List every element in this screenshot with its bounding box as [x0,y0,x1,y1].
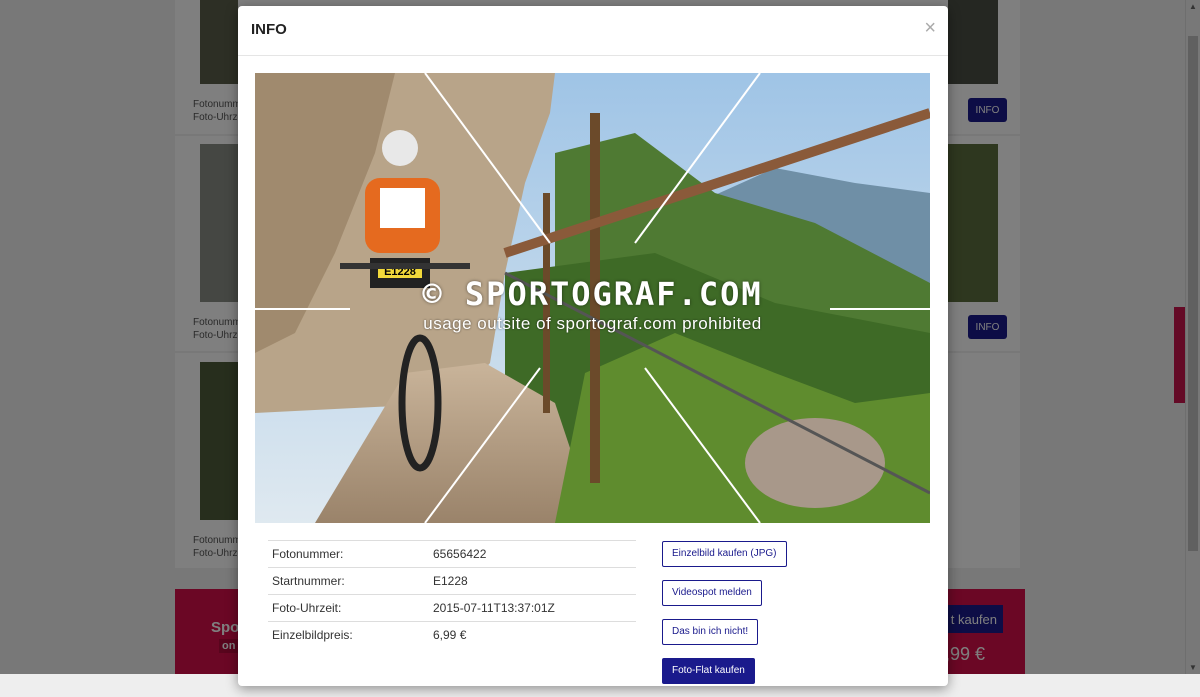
photo-details-table: Fotonummer: 65656422 Startnummer: E1228 … [268,540,636,648]
close-icon[interactable]: × [924,18,936,38]
not-me-button[interactable]: Das bin ich nicht! [662,619,759,645]
watermark-subtitle: usage outsite of sportograf.com prohibit… [423,314,762,333]
detail-value: E1228 [429,567,636,595]
detail-label: Startnummer: [268,567,429,595]
buy-photo-flat-button[interactable]: Foto-Flat kaufen [662,658,755,684]
detail-label: Fotonummer: [268,540,429,568]
detail-label: Foto-Uhrzeit: [268,594,429,622]
detail-label: Einzelbildpreis: [268,621,429,648]
table-row: Startnummer: E1228 [268,567,636,595]
detail-value: 2015-07-11T13:37:01Z [429,594,636,622]
table-row: Foto-Uhrzeit: 2015-07-11T13:37:01Z [268,594,636,622]
modal-header: INFO × [238,6,948,56]
detail-value: 6,99 € [429,621,636,648]
table-row: Einzelbildpreis: 6,99 € [268,621,636,648]
race-photo: E1228 © SPORTOGRAF.COM usage outsite of … [255,73,930,523]
modal-title: INFO [251,21,287,38]
info-modal: INFO × E1228 © SPORTOGRAF.COM usage outs… [238,6,948,686]
table-row: Fotonummer: 65656422 [268,540,636,568]
report-video-button[interactable]: Videospot melden [662,580,762,606]
buy-single-photo-button[interactable]: Einzelbild kaufen (JPG) [662,541,787,567]
detail-value: 65656422 [429,540,636,568]
watermark-title: © SPORTOGRAF.COM [422,275,763,313]
